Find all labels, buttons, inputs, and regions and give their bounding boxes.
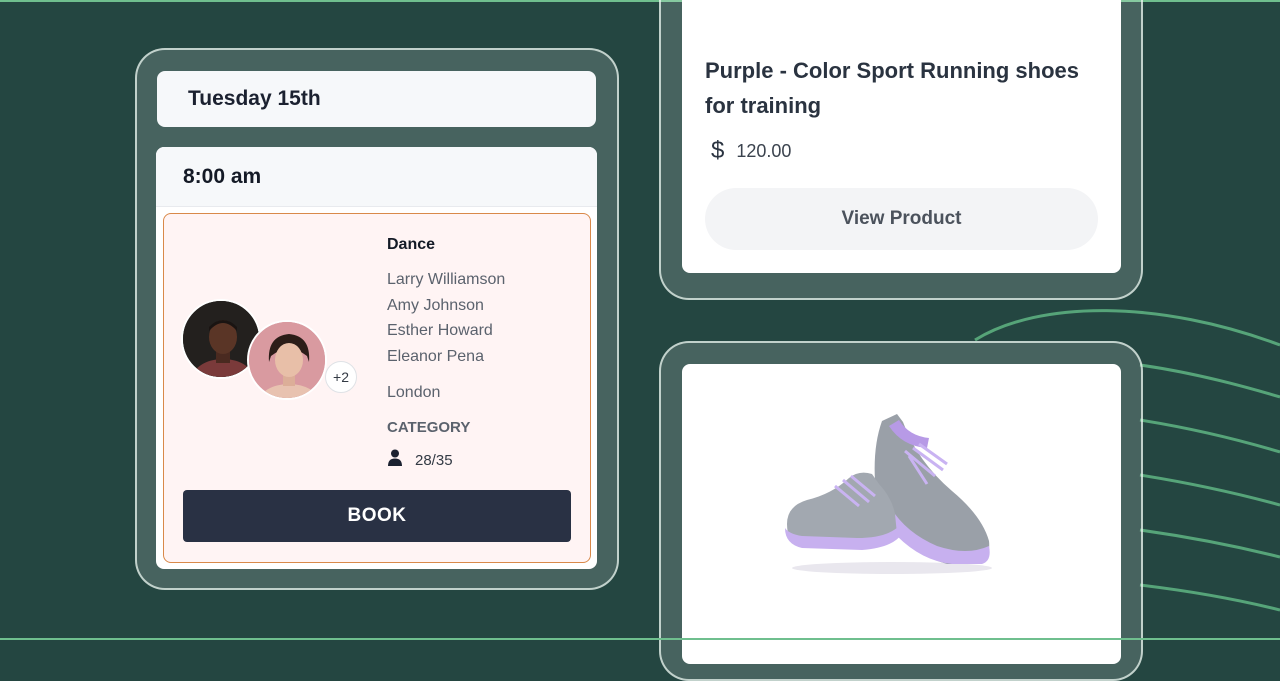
date-label: Tuesday 15th — [188, 87, 321, 110]
running-shoes-icon — [785, 414, 992, 574]
product-title: Purple - Color Sport Running shoes for t… — [705, 58, 1079, 118]
instructor-name: Larry Williamson — [387, 271, 506, 288]
date-header: Tuesday 15th — [157, 71, 596, 127]
capacity-value: 28/35 — [415, 451, 453, 469]
price-row: $ 120.00 — [711, 137, 791, 165]
view-product-button[interactable]: View Product — [705, 188, 1098, 250]
time-header: 8:00 am — [156, 147, 597, 207]
capacity-row: 28/35 — [387, 449, 453, 471]
person-icon — [387, 449, 403, 471]
class-card: 8:00 am +2 Dance Larry Williamson Amy Jo… — [156, 147, 597, 569]
instructor-name: Eleanor Pena — [387, 348, 484, 365]
class-title: Dance — [387, 236, 436, 253]
location-label: London — [387, 384, 441, 401]
product-card: Purple - Color Sport Running shoes for t… — [682, 0, 1121, 273]
product-price: 120.00 — [736, 140, 792, 161]
more-attendees-badge[interactable]: +2 — [325, 361, 357, 393]
session-card[interactable]: +2 Dance Larry Williamson Amy Johnson Es… — [163, 213, 591, 563]
book-button[interactable]: BOOK — [183, 490, 571, 542]
product-image-card[interactable] — [682, 364, 1121, 664]
category-label: CATEGORY — [387, 419, 471, 436]
dollar-icon: $ — [711, 137, 725, 164]
instructor-name: Esther Howard — [387, 322, 493, 339]
time-label: 8:00 am — [183, 164, 262, 188]
avatar — [247, 320, 327, 400]
instructor-name: Amy Johnson — [387, 297, 484, 314]
